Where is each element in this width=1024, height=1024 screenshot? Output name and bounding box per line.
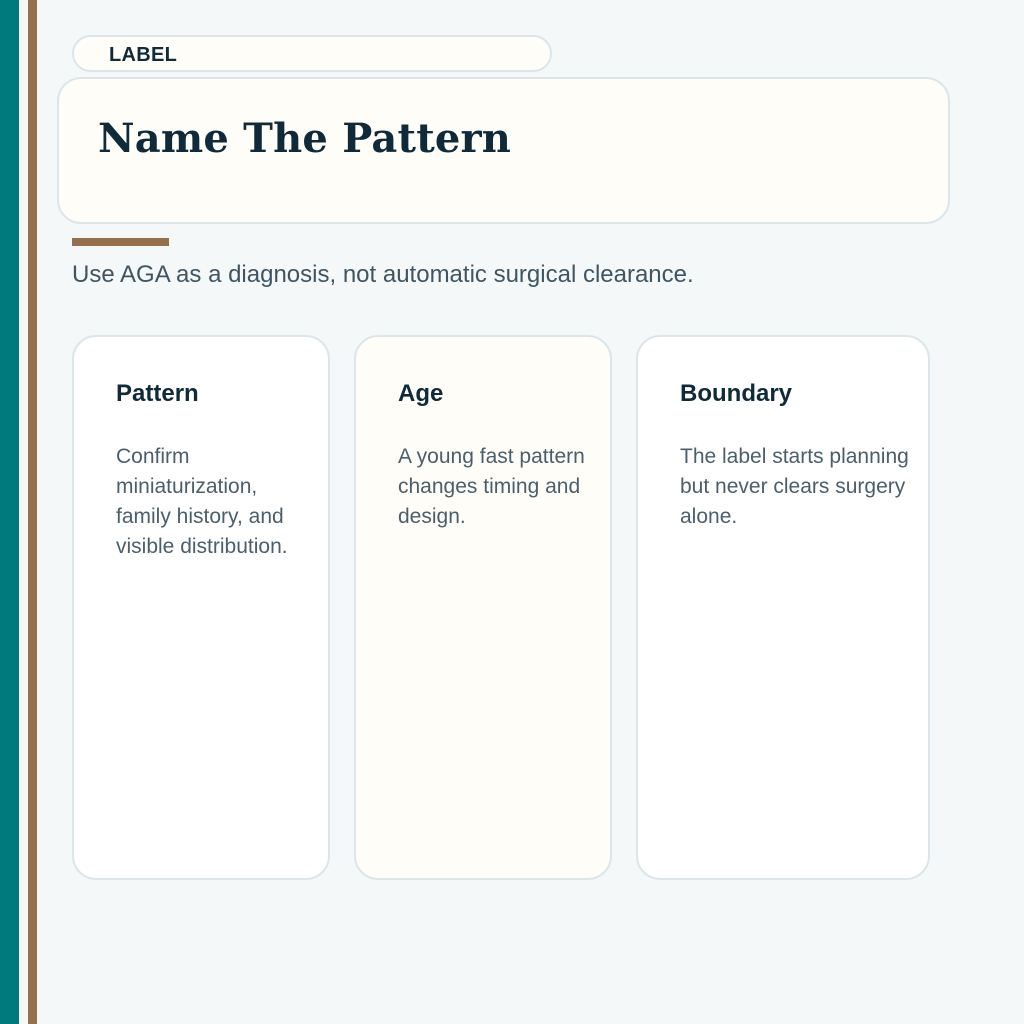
card-body: Confirm miniaturization, family history,… (116, 445, 288, 558)
left-teal-bar (0, 0, 19, 1024)
card-heading: Pattern (116, 380, 199, 407)
left-bar-gap (19, 0, 28, 1024)
left-bronze-bar (28, 0, 37, 1024)
card-boundary: Boundary The label starts planning but n… (636, 335, 930, 880)
label-pill: LABEL (72, 35, 552, 72)
card-heading: Boundary (680, 380, 793, 407)
card-body: The label starts planning but never clea… (680, 445, 909, 528)
page-title: Name The Pattern (98, 115, 512, 162)
subtitle: Use AGA as a diagnosis, not automatic su… (72, 261, 694, 288)
card-body: A young fast pattern changes timing and … (398, 445, 585, 528)
label-text: LABEL (109, 44, 178, 66)
title-card: Name The Pattern (57, 77, 950, 224)
card-heading: Age (398, 380, 444, 407)
card-pattern: Pattern Confirm miniaturization, family … (72, 335, 330, 880)
card-age: Age A young fast pattern changes timing … (354, 335, 612, 880)
accent-rule (72, 238, 169, 246)
